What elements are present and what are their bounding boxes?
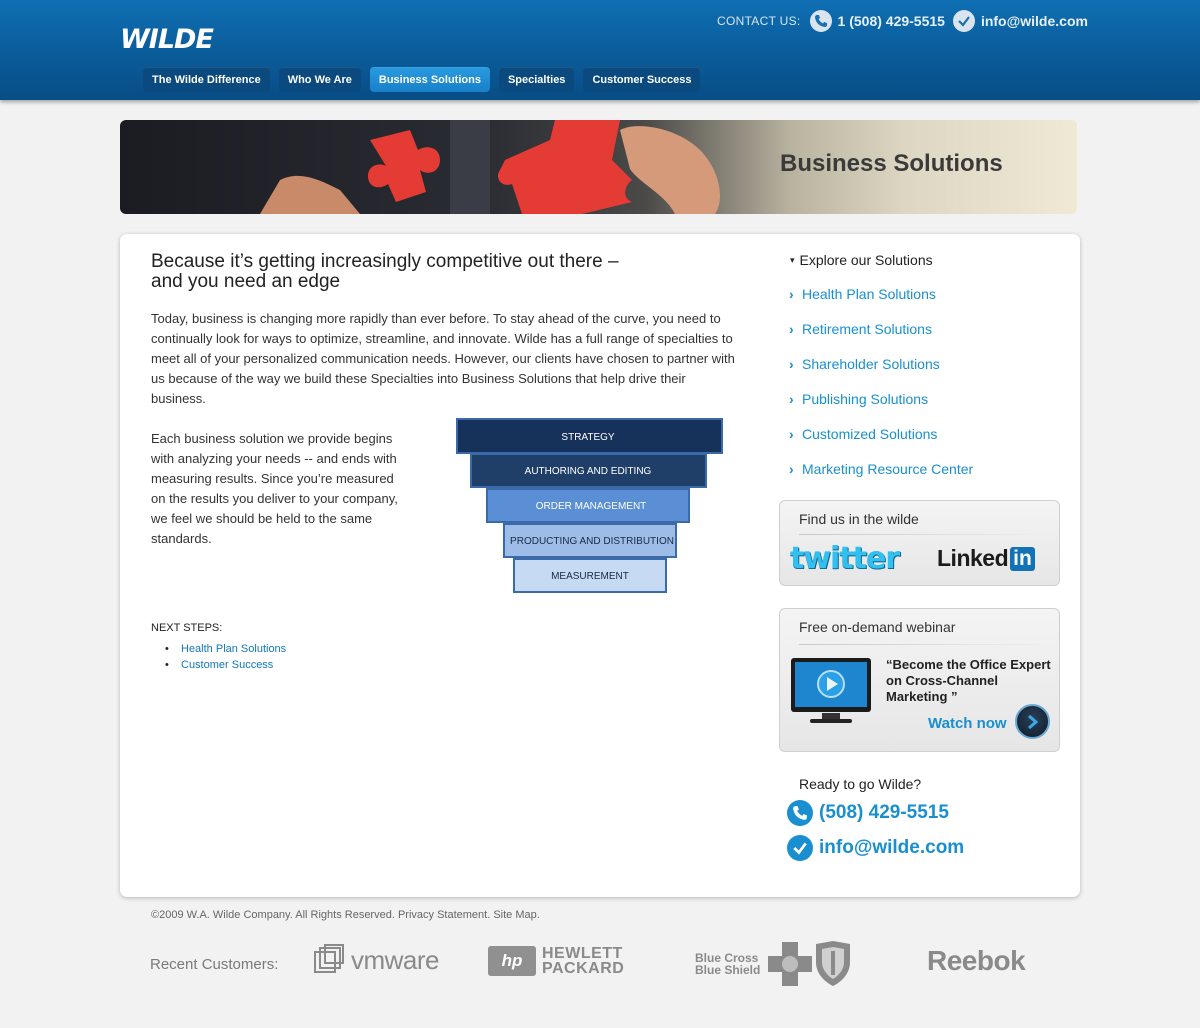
blue-shield-icon xyxy=(816,941,851,986)
hp-line-1: HEWLETT xyxy=(542,945,623,962)
ready-email-row[interactable]: info@wilde.com xyxy=(787,835,964,861)
phone-icon xyxy=(787,800,813,826)
tab-who-we-are[interactable]: Who We Are xyxy=(278,67,361,92)
reebok-logo: Reebok xyxy=(927,945,1026,976)
solution-link-customized[interactable]: › Customized Solutions xyxy=(789,426,973,461)
solution-label: Marketing Resource Center xyxy=(802,461,974,477)
solution-label: Retirement Solutions xyxy=(802,321,932,337)
logo-text: WILDE xyxy=(120,24,214,52)
webinar-box: Free on-demand webinar “Become the Offic… xyxy=(779,608,1060,752)
intro-paragraph: Today, business is changing more rapidly… xyxy=(151,311,735,406)
bcbs-text: Blue Cross Blue Shield xyxy=(695,952,760,976)
chevron-right-icon: › xyxy=(789,356,794,372)
bcbs-line-2: Blue Shield xyxy=(695,963,761,977)
bullet: • xyxy=(165,659,169,671)
divider xyxy=(799,644,1040,645)
copyright-text: ©2009 W.A. Wilde Company. All Rights Res… xyxy=(151,909,540,921)
solutions-list: › Health Plan Solutions › Retirement Solut… xyxy=(789,286,973,496)
caret-down-icon: ▾ xyxy=(790,254,795,265)
linkedin-logo-link[interactable]: Linked in xyxy=(937,545,1035,572)
hp-badge: hp xyxy=(488,946,536,976)
solution-link-marketing-resource-center[interactable]: › Marketing Resource Center xyxy=(789,461,973,496)
next-step-link-health-plan[interactable]: Health Plan Solutions xyxy=(181,641,286,657)
tab-business-solutions[interactable]: Business Solutions xyxy=(369,67,490,92)
watch-now-link[interactable]: Watch now xyxy=(928,715,1007,732)
hewlett-packard-logo: hp HEWLETT PACKARD xyxy=(488,945,625,977)
wilde-logo[interactable]: WILDE xyxy=(120,24,240,52)
phone-icon xyxy=(809,10,832,32)
ready-phone-row[interactable]: (508) 429-5515 xyxy=(787,800,949,826)
twitter-logo-link[interactable]: twitter xyxy=(790,541,900,576)
social-title: Find us in the wilde xyxy=(799,511,919,527)
recent-customers-label: Recent Customers: xyxy=(150,956,279,973)
list-item: • Health Plan Solutions xyxy=(165,641,286,657)
tab-the-wilde-difference[interactable]: The Wilde Difference xyxy=(143,67,270,92)
process-pyramid: STRATEGY AUTHORING AND EDITING ORDER MAN… xyxy=(456,418,723,593)
header-email[interactable]: info@wilde.com xyxy=(981,13,1088,29)
contact-label: CONTACT US: xyxy=(717,14,801,28)
chevron-right-icon: › xyxy=(789,321,794,337)
vmware-text: vmware xyxy=(351,944,440,975)
linkedin-in-badge: in xyxy=(1010,546,1035,571)
pyramid-label-3: ORDER MANAGEMENT xyxy=(536,501,647,512)
solution-paragraph: Each business solution we provide begins… xyxy=(151,431,398,546)
tab-specialties[interactable]: Specialties xyxy=(498,67,575,92)
pyramid-label-4: PRODUCTING AND DISTRIBUTION xyxy=(510,536,674,547)
explore-heading[interactable]: ▾ Explore our Solutions xyxy=(790,252,933,268)
hp-line-2: PACKARD xyxy=(542,960,625,977)
main-nav: The Wilde Difference Who We Are Business… xyxy=(143,67,701,92)
monitor-play-icon[interactable] xyxy=(790,657,872,729)
puzzle-hands-image xyxy=(260,120,720,214)
solution-link-publishing[interactable]: › Publishing Solutions xyxy=(789,391,973,426)
solution-label: Customized Solutions xyxy=(802,426,938,442)
main-headline: Because it’s getting increasingly compet… xyxy=(151,252,671,292)
webinar-title: Free on-demand webinar xyxy=(799,619,956,635)
blue-cross-icon xyxy=(768,942,813,986)
blue-cross-blue-shield-logo: Blue Cross Blue Shield xyxy=(695,940,852,988)
solution-link-health-plan[interactable]: › Health Plan Solutions xyxy=(789,286,973,321)
ready-email: info@wilde.com xyxy=(819,837,965,858)
chevron-right-icon xyxy=(1027,714,1038,729)
webinar-quote: “Become the Office Expert on Cross-Chann… xyxy=(886,657,1051,704)
list-item: • Customer Success xyxy=(165,657,286,673)
chevron-right-icon: › xyxy=(789,391,794,407)
solution-label: Shareholder Solutions xyxy=(802,356,940,372)
email-icon xyxy=(952,10,975,32)
chevron-right-icon: › xyxy=(789,426,794,442)
site-header: WILDE CONTACT US: 1 (508) 429-5515 info@… xyxy=(0,0,1200,100)
tab-customer-success[interactable]: Customer Success xyxy=(583,67,701,92)
chevron-right-icon: › xyxy=(789,286,794,302)
content-card: Because it’s getting increasingly compet… xyxy=(120,234,1080,897)
solution-link-retirement[interactable]: › Retirement Solutions xyxy=(789,321,973,356)
pyramid-label-1: STRATEGY xyxy=(561,432,614,443)
headline-line-2: and you need an edge xyxy=(151,271,341,292)
email-icon xyxy=(787,835,813,861)
vmware-logo: vmware xyxy=(313,944,440,976)
page-title: Business Solutions xyxy=(780,150,1003,177)
social-box: Find us in the wilde twitter Linked in xyxy=(779,500,1060,586)
explore-title: Explore our Solutions xyxy=(799,252,933,268)
watch-now-button[interactable] xyxy=(1015,704,1050,739)
chevron-right-icon: › xyxy=(789,461,794,477)
next-step-link-customer-success[interactable]: Customer Success xyxy=(181,657,273,673)
solution-link-shareholder[interactable]: › Shareholder Solutions xyxy=(789,356,973,391)
hp-text: HEWLETT PACKARD xyxy=(542,945,625,977)
pyramid-label-5: MEASUREMENT xyxy=(551,571,629,582)
divider xyxy=(799,534,1040,535)
bullet: • xyxy=(165,643,169,655)
pyramid-label-2: AUTHORING AND EDITING xyxy=(525,466,652,477)
linkedin-text: Linked xyxy=(937,545,1009,571)
header-phone[interactable]: 1 (508) 429-5515 xyxy=(838,13,945,29)
headline-line-1: Because it’s getting increasingly compet… xyxy=(151,251,619,272)
contact-bar: CONTACT US: 1 (508) 429-5515 info@wilde.… xyxy=(717,9,1096,33)
ready-phone: (508) 429-5515 xyxy=(819,802,949,823)
page-banner: Business Solutions xyxy=(120,120,1077,214)
solution-label: Health Plan Solutions xyxy=(802,286,936,302)
vmware-squares-icon xyxy=(314,944,344,973)
next-steps-list: • Health Plan Solutions • Customer Success xyxy=(165,641,286,673)
next-steps-title: NEXT STEPS: xyxy=(151,622,223,634)
ready-title: Ready to go Wilde? xyxy=(799,776,922,792)
solution-label: Publishing Solutions xyxy=(802,391,929,407)
